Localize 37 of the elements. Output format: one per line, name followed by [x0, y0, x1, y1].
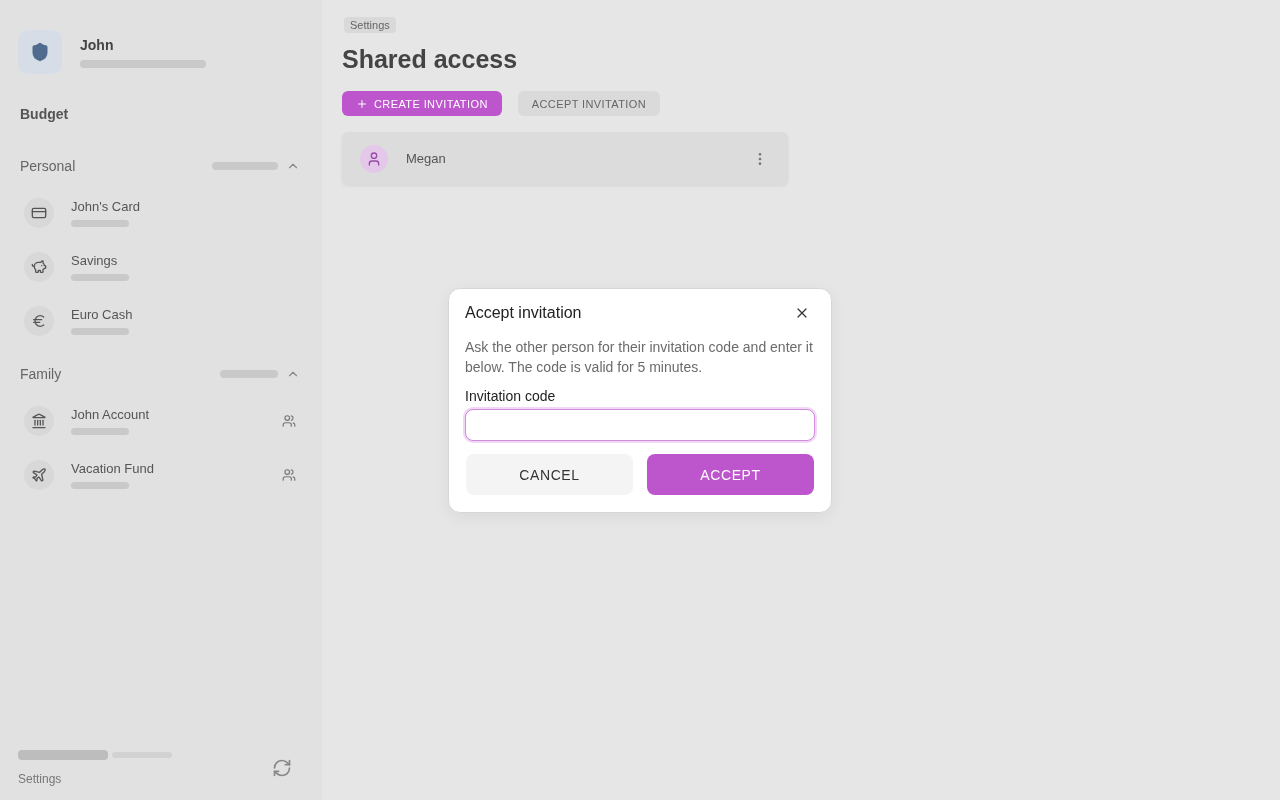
account-name[interactable]: John's Card — [71, 199, 140, 214]
dialog-title: Accept invitation — [465, 303, 582, 323]
bank-icon — [31, 413, 47, 429]
account-name[interactable]: John Account — [71, 407, 150, 422]
refresh-icon[interactable] — [272, 758, 292, 778]
account-name[interactable]: Savings — [71, 253, 118, 268]
breadcrumb[interactable]: Settings — [344, 17, 396, 33]
account-name[interactable]: Vacation Fund — [71, 461, 154, 476]
page-title: Shared access — [342, 45, 518, 74]
field-label: Invitation code — [465, 387, 557, 405]
plane-icon — [31, 467, 47, 483]
account-name[interactable]: Euro Cash — [71, 307, 133, 322]
card-icon — [31, 205, 47, 221]
piggy-bank-icon — [31, 259, 47, 275]
blurred-text-bar — [71, 274, 129, 281]
input-field[interactable] — [465, 409, 815, 441]
invitation-button[interactable]: ACCEPT INVITATION — [517, 91, 661, 116]
shield-icon — [18, 30, 62, 74]
blurred-text-bar — [71, 328, 129, 335]
dialog-description: Ask the other person for their invitation code and enter it below. The code is valid for 5 minutes. — [465, 338, 814, 377]
blurred-text-bar — [71, 482, 129, 489]
group-name: Personal — [20, 158, 76, 174]
blurred-text-bar — [71, 220, 129, 227]
accept-button[interactable]: ACCEPT — [647, 454, 814, 495]
invitation-button[interactable]: CREATE INVITATION — [342, 91, 502, 116]
group-name: Family — [20, 366, 62, 382]
sidebar-title: Budget — [20, 106, 70, 122]
member-name: Megan — [406, 151, 447, 166]
settings-link[interactable]: Settings — [18, 772, 172, 786]
blurred-text-bar — [220, 370, 278, 378]
euro-icon — [31, 313, 47, 329]
user-name: John — [80, 36, 115, 53]
blurred-text-bar — [212, 162, 278, 170]
cancel-button[interactable]: CANCEL — [466, 454, 633, 495]
blurred-text-bar — [71, 428, 129, 435]
plus-icon — [356, 97, 368, 110]
user-icon — [360, 144, 388, 173]
